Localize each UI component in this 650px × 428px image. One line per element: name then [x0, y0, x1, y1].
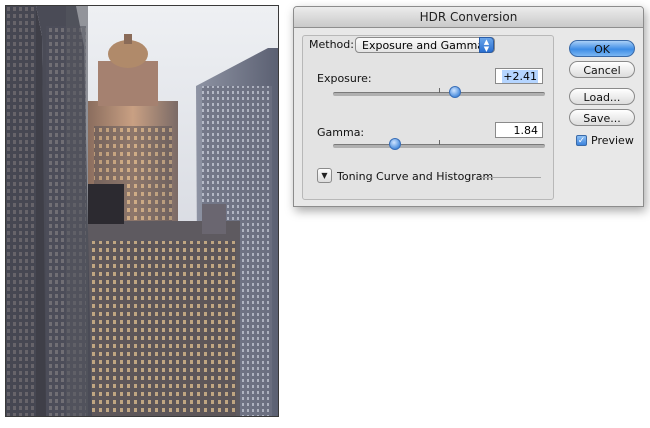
- save-button[interactable]: Save...: [569, 109, 635, 126]
- exposure-value: +2.41: [502, 70, 538, 83]
- method-popup[interactable]: Exposure and Gamma ▲ ▼: [355, 37, 495, 53]
- gamma-value: 1.84: [513, 124, 539, 137]
- exposure-field[interactable]: +2.41: [495, 68, 543, 84]
- gamma-label: Gamma:: [317, 126, 365, 139]
- cancel-button[interactable]: Cancel: [569, 61, 635, 78]
- gamma-slider[interactable]: [333, 138, 545, 150]
- dialog-title: HDR Conversion: [294, 7, 643, 28]
- method-value: Exposure and Gamma: [362, 39, 485, 52]
- gamma-slider-thumb[interactable]: [389, 138, 402, 150]
- toning-curve-label[interactable]: Toning Curve and Histogram: [337, 170, 493, 183]
- disclosure-triangle-icon[interactable]: ▼: [317, 168, 332, 183]
- exposure-center-tick: [439, 88, 440, 93]
- popup-arrows-icon: ▲ ▼: [479, 37, 494, 53]
- load-button[interactable]: Load...: [569, 88, 635, 105]
- exposure-slider-thumb[interactable]: [448, 86, 461, 98]
- checkmark-icon: ✓: [577, 136, 586, 146]
- toning-separator: [479, 177, 541, 178]
- preview-label[interactable]: Preview: [591, 134, 634, 147]
- ok-button[interactable]: OK: [569, 40, 635, 57]
- preview-checkbox[interactable]: ✓: [576, 135, 587, 146]
- exposure-label: Exposure:: [317, 72, 372, 85]
- gamma-center-tick: [439, 140, 440, 145]
- hdr-photo: [5, 5, 279, 417]
- method-label: Method:: [309, 38, 354, 51]
- hdr-conversion-dialog: HDR Conversion Method: Exposure and Gamm…: [293, 6, 644, 207]
- exposure-slider[interactable]: [333, 86, 545, 98]
- method-group: Method: Exposure and Gamma ▲ ▼ Exposure: …: [302, 35, 554, 200]
- gamma-field[interactable]: 1.84: [495, 122, 543, 138]
- city-buildings-image: [6, 6, 278, 416]
